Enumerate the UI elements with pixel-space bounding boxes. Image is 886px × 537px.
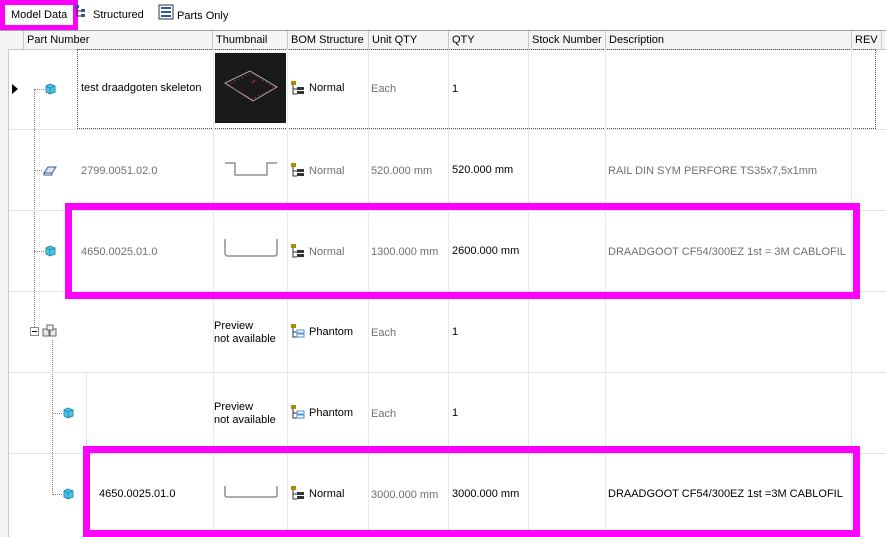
part-cube-icon — [63, 407, 74, 419]
bom-structure: Normal — [309, 488, 345, 500]
header-part-number[interactable]: Part Number — [24, 31, 213, 49]
part-number: 4650.0025.01.0 — [81, 246, 158, 258]
description: RAIL DIN SYM PERFORE TS35x7,5x1mm — [608, 165, 818, 177]
thumbnail-placeholder: Preview not available — [214, 401, 276, 427]
header-unit-qty[interactable]: Unit QTY — [369, 31, 449, 49]
unit-qty: Each — [371, 83, 397, 95]
col-divider — [528, 49, 529, 537]
bom-normal-icon — [291, 81, 304, 95]
col-divider — [851, 49, 852, 537]
unit-qty: Each — [371, 408, 397, 420]
col-divider — [213, 49, 214, 537]
unit-qty: Each — [371, 327, 397, 339]
thumbnail-rail-profile — [225, 162, 277, 176]
description: DRAADGOOT CF54/300EZ 1st = 3M CABLOFIL — [608, 246, 846, 258]
bom-structure: Normal — [309, 246, 345, 258]
thumbnail-u-profile — [224, 239, 278, 257]
thumbnail-placeholder-line2: not available — [214, 414, 276, 426]
parts-only-icon — [158, 4, 174, 28]
header-bom-structure[interactable]: BOM Structure — [288, 31, 369, 49]
tree-branch — [53, 413, 62, 414]
indent-divider — [86, 373, 87, 453]
row-selector-gutter — [0, 49, 9, 537]
header-thumbnail[interactable]: Thumbnail — [213, 31, 288, 49]
qty: 1 — [452, 326, 459, 338]
bom-structure: Normal — [309, 82, 345, 94]
col-divider — [605, 49, 606, 537]
description: DRAADGOOT CF54/300EZ 1st =3M CABLOFIL — [608, 488, 843, 500]
tab-structured-label: Structured — [93, 9, 144, 21]
thumbnail-image — [215, 53, 286, 123]
tab-parts-only-label: Parts Only — [177, 9, 229, 22]
qty: 2600.000 mm — [452, 245, 520, 257]
header-rev[interactable]: REV — [852, 31, 882, 49]
part-number: 2799.0051.02.0 — [81, 165, 158, 177]
view-tabs: Model Data Structured Parts Only — [0, 0, 886, 31]
part-cube-icon — [63, 488, 74, 500]
bom-normal-icon — [291, 486, 304, 500]
part-cube-icon — [45, 83, 56, 95]
tree-branch — [34, 251, 44, 252]
structured-icon — [74, 4, 90, 26]
unit-qty: 1300.000 mm — [371, 246, 439, 258]
bom-phantom-icon — [291, 324, 305, 338]
part-number: 4650.0025.01.0 — [99, 488, 176, 500]
qty: 520.000 mm — [452, 164, 514, 176]
thumbnail-placeholder-line1: Preview — [214, 320, 254, 332]
tab-parts-only[interactable]: Parts Only — [158, 4, 228, 26]
header-gutter — [0, 31, 24, 49]
unit-qty: 3000.000 mm — [371, 489, 439, 501]
thumbnail-placeholder-line2: not available — [214, 333, 276, 345]
col-divider — [448, 49, 449, 537]
column-header-row: Part Number Thumbnail BOM Structure Unit… — [0, 31, 886, 50]
sheet-metal-icon — [43, 166, 57, 176]
header-stock-number[interactable]: Stock Number — [529, 31, 606, 49]
qty: 1 — [452, 83, 459, 95]
bom-structure: Normal — [309, 165, 345, 177]
tab-structured[interactable]: Structured — [74, 4, 144, 26]
bom-normal-icon — [291, 244, 304, 258]
assembly-icon — [42, 324, 57, 337]
header-description[interactable]: Description — [606, 31, 852, 49]
tree-branch — [34, 89, 44, 90]
tab-model-data[interactable]: Model Data — [0, 0, 79, 30]
part-number: test draadgoten skeleton — [81, 82, 202, 94]
qty: 1 — [452, 407, 459, 419]
thumbnail-placeholder: Preview not available — [214, 320, 276, 346]
tree-branch — [53, 494, 62, 495]
col-divider — [368, 49, 369, 537]
bom-structure: Phantom — [309, 407, 354, 419]
indent-divider — [86, 454, 87, 534]
thumbnail-u-profile-flat — [224, 486, 278, 498]
bom-normal-icon — [291, 163, 304, 177]
col-divider — [287, 49, 288, 537]
bom-structure: Phantom — [309, 326, 354, 338]
header-qty[interactable]: QTY — [449, 31, 529, 49]
unit-qty: 520.000 mm — [371, 165, 433, 177]
thumbnail-placeholder-line1: Preview — [214, 401, 254, 413]
bom-phantom-icon — [291, 405, 305, 419]
part-cube-icon — [45, 245, 56, 257]
qty: 3000.000 mm — [452, 488, 520, 500]
tree-branch — [34, 170, 42, 171]
tab-model-data-label: Model Data — [11, 9, 68, 21]
collapse-icon[interactable] — [30, 327, 39, 336]
